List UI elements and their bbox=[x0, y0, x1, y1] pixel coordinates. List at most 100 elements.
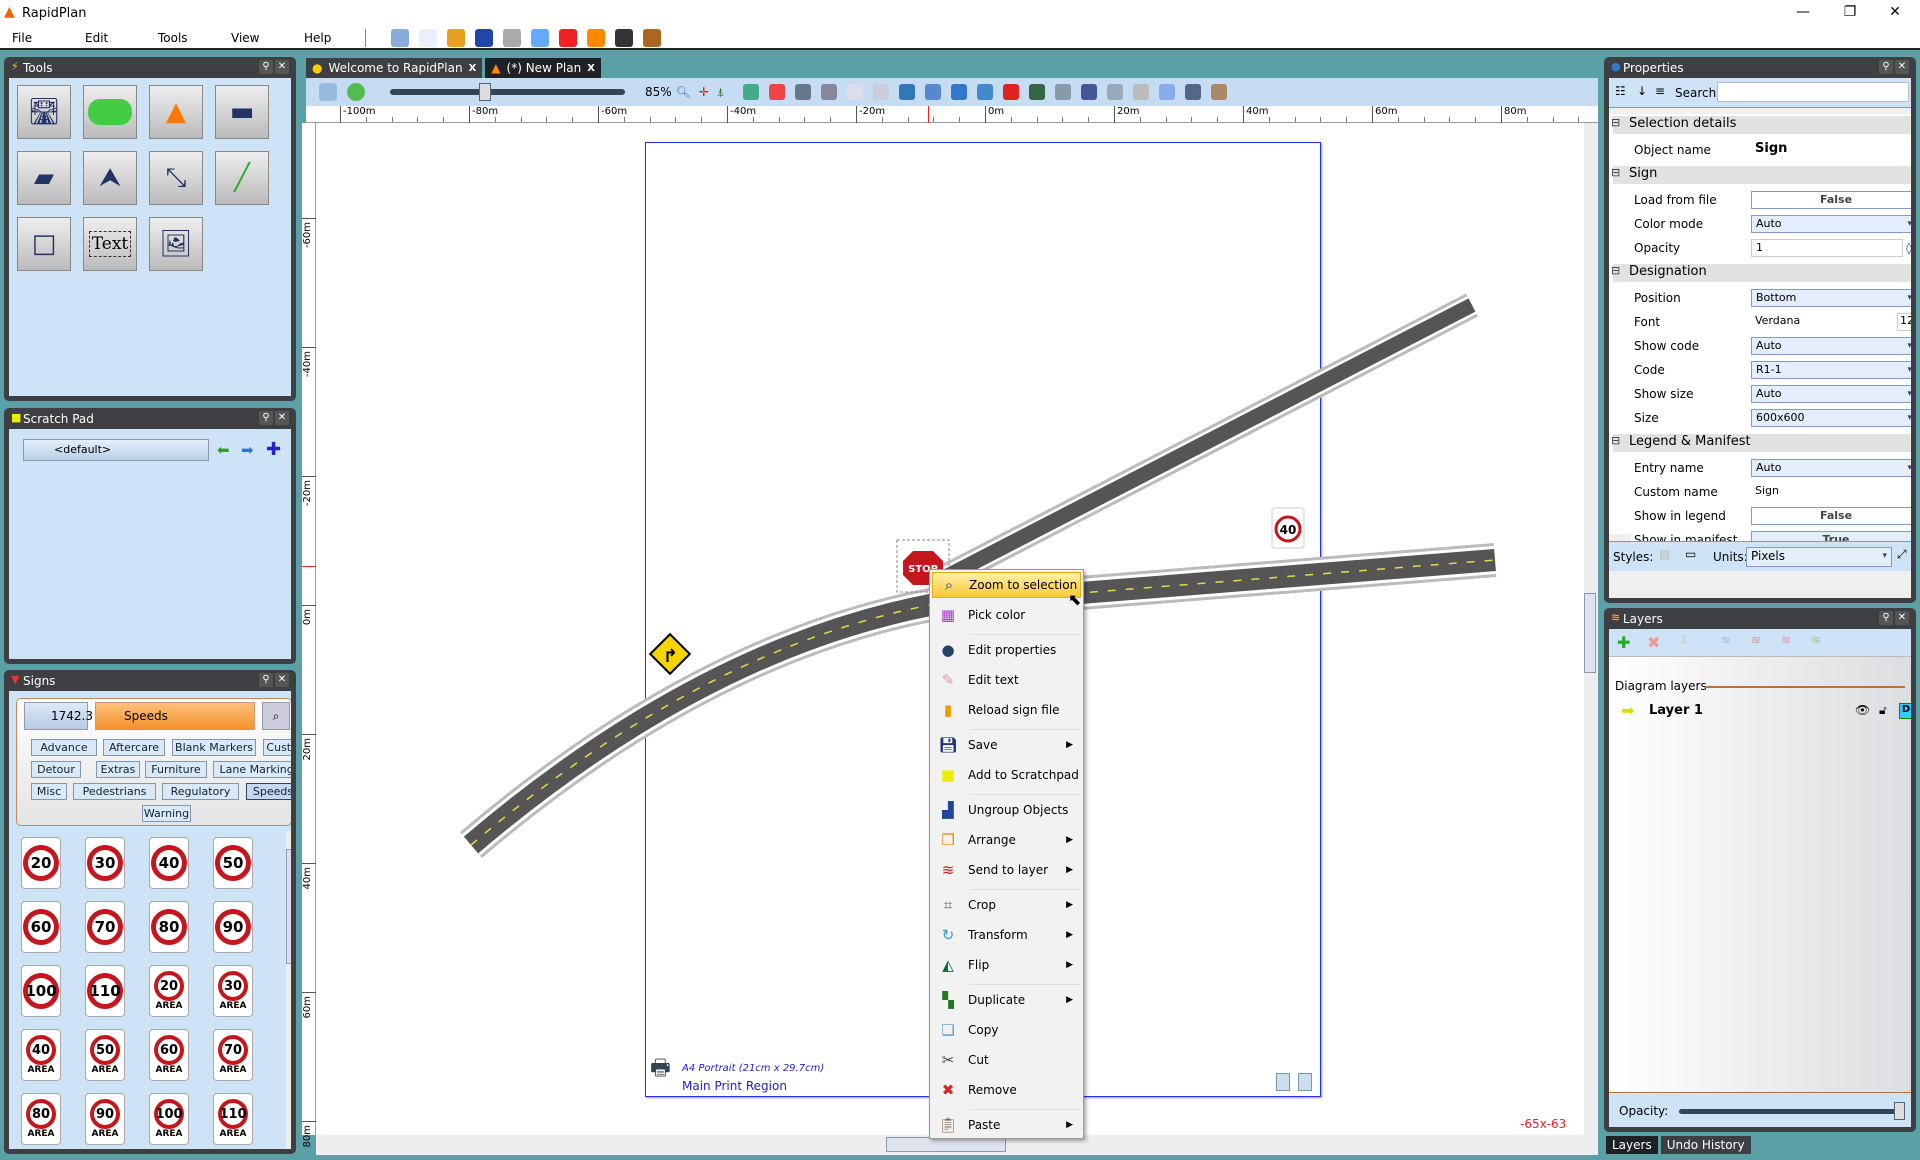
green-board-tool[interactable] bbox=[83, 85, 137, 139]
categorized-icon[interactable]: ☷ bbox=[1615, 84, 1626, 98]
menu-item-edit-text[interactable]: ✎ Edit text bbox=[932, 667, 1081, 693]
category-lane-markings[interactable]: Lane Markings bbox=[213, 761, 291, 778]
category-custom[interactable]: Custom bbox=[263, 739, 291, 756]
signs-scrollbar[interactable] bbox=[286, 831, 291, 1149]
category-detour[interactable]: Detour bbox=[31, 761, 81, 778]
exit-door-icon[interactable] bbox=[643, 28, 661, 47]
page-preview-icon[interactable] bbox=[1298, 1073, 1312, 1091]
globe-icon[interactable] bbox=[319, 83, 337, 101]
crosshair-icon[interactable]: ✛ bbox=[699, 85, 709, 99]
menu-edit[interactable]: Edit bbox=[73, 31, 146, 45]
property-value[interactable]: False bbox=[1751, 507, 1911, 525]
forward-arrow-icon[interactable]: ➡ bbox=[241, 441, 254, 459]
measure-tool[interactable]: ⤡ bbox=[149, 151, 203, 205]
maximize-button[interactable]: ❐ bbox=[1835, 4, 1865, 20]
delete-layer-icon[interactable]: ✖ bbox=[1647, 633, 1660, 652]
speed-sign-80[interactable]: 80 bbox=[149, 901, 189, 953]
menu-item-reload-sign-file[interactable]: ▮ Reload sign file bbox=[932, 697, 1081, 723]
pin-button[interactable]: ⚲ bbox=[259, 60, 273, 74]
property-section-header[interactable]: Sign bbox=[1611, 166, 1911, 184]
flip-icon[interactable] bbox=[1029, 84, 1046, 100]
close-red-icon[interactable] bbox=[559, 28, 577, 47]
zoom-icon[interactable]: 🔍︎ bbox=[676, 85, 691, 99]
menu-item-crop[interactable]: ⌗ Crop ▶ bbox=[932, 892, 1081, 918]
speed-sign-80-area[interactable]: 80 AREA bbox=[21, 1093, 61, 1145]
close-panel-button[interactable]: ✕ bbox=[275, 60, 289, 74]
menu-item-ungroup-objects[interactable]: ▟ Ungroup Objects bbox=[932, 797, 1081, 823]
close-panel-button[interactable]: ✕ bbox=[275, 411, 289, 425]
close-panel-button[interactable]: ✕ bbox=[1895, 611, 1909, 625]
property-section-header[interactable]: Legend & Manifest bbox=[1611, 434, 1911, 452]
speed-sign-40-area[interactable]: 40 AREA bbox=[21, 1029, 61, 1081]
unlock-icon[interactable]: 🔓︎ bbox=[1879, 703, 1887, 718]
property-value[interactable]: Auto bbox=[1751, 215, 1911, 233]
search-input[interactable] bbox=[1717, 82, 1909, 102]
layer-bottom-icon[interactable]: ≋ bbox=[1811, 633, 1821, 647]
zoom-slider[interactable] bbox=[390, 83, 625, 101]
speed-sign-40[interactable]: 40 bbox=[149, 837, 189, 889]
expand-icon[interactable]: ⤢ bbox=[1897, 547, 1907, 562]
speed-sign-110-area[interactable]: 110 AREA bbox=[213, 1093, 253, 1145]
layer-up-icon[interactable]: ≋ bbox=[1721, 633, 1731, 647]
property-value[interactable]: Sign bbox=[1751, 141, 1911, 159]
undo-icon[interactable] bbox=[1107, 84, 1124, 100]
speed-sign-90-area[interactable]: 90 AREA bbox=[85, 1093, 125, 1145]
align-icon[interactable] bbox=[925, 84, 942, 100]
category-warning[interactable]: Warning bbox=[142, 805, 191, 822]
category-extras[interactable]: Extras bbox=[96, 761, 140, 778]
redo-icon[interactable] bbox=[1133, 84, 1150, 100]
save-icon[interactable] bbox=[475, 28, 493, 47]
category-dropdown[interactable]: Speeds bbox=[95, 702, 255, 730]
pin-button[interactable]: ⚲ bbox=[1879, 60, 1893, 74]
page-setup-icon[interactable] bbox=[873, 84, 890, 100]
list-icon[interactable] bbox=[795, 84, 812, 100]
category-pedestrians[interactable]: Pedestrians bbox=[73, 783, 156, 800]
pin-button[interactable]: ⚲ bbox=[259, 411, 273, 425]
eye-icon[interactable]: 👁︎ bbox=[1855, 703, 1870, 717]
cone-icon[interactable] bbox=[587, 28, 605, 47]
delete-icon[interactable] bbox=[1003, 84, 1020, 100]
image-icon[interactable] bbox=[743, 84, 760, 100]
library-version-button[interactable]: 1742.3 bbox=[24, 702, 93, 730]
minimize-button[interactable]: — bbox=[1788, 4, 1818, 20]
menu-item-copy[interactable]: ❏ Copy bbox=[932, 1017, 1081, 1043]
layer-name[interactable]: Layer 1 bbox=[1649, 703, 1703, 718]
menu-item-add-to-scratchpad[interactable]: ■ Add to Scratchpad bbox=[932, 762, 1081, 788]
close-tab-button[interactable]: X bbox=[587, 63, 595, 74]
merge-layer-icon[interactable]: ⇩ bbox=[1679, 633, 1689, 647]
list-icon[interactable]: ≡ bbox=[1655, 84, 1665, 98]
menu-item-zoom-to-selection[interactable]: ⌕ Zoom to selection bbox=[932, 572, 1081, 598]
tab-1[interactable]: ▲ (*) New Plan X bbox=[485, 58, 601, 78]
property-value[interactable]: Verdana bbox=[1751, 313, 1911, 331]
speed-sign-30[interactable]: 30 bbox=[85, 837, 125, 889]
property-value[interactable]: 1 bbox=[1751, 239, 1903, 257]
add-icon[interactable]: ✚ bbox=[266, 439, 281, 460]
property-value[interactable]: Sign bbox=[1751, 483, 1911, 501]
menu-item-paste[interactable]: 📋︎ Paste ▶ bbox=[932, 1112, 1081, 1138]
open-icon[interactable] bbox=[447, 28, 465, 47]
vertical-scrollbar[interactable] bbox=[1584, 123, 1598, 1135]
close-panel-button[interactable]: ✕ bbox=[1895, 60, 1909, 74]
page-icon[interactable] bbox=[847, 84, 864, 100]
grid-icon[interactable] bbox=[821, 84, 838, 100]
layer-down-icon[interactable]: ≋ bbox=[1751, 633, 1761, 647]
road-segment-tool[interactable]: ▬ bbox=[215, 85, 269, 139]
speed-sign-100[interactable]: 100 bbox=[21, 965, 61, 1017]
category-speeds[interactable]: Speeds bbox=[246, 783, 291, 800]
line-tool[interactable]: ╱ bbox=[215, 151, 269, 205]
property-value[interactable]: R1-1 bbox=[1751, 361, 1911, 379]
speed-sign-100-area[interactable]: 100 AREA bbox=[149, 1093, 189, 1145]
road-layer-tool[interactable]: ▰ bbox=[17, 151, 71, 205]
property-value[interactable]: False bbox=[1751, 191, 1911, 209]
yield-icon[interactable] bbox=[769, 84, 786, 100]
checkbox-icon[interactable] bbox=[615, 28, 633, 47]
property-value[interactable]: 600x600 bbox=[1751, 409, 1911, 427]
group-icon[interactable] bbox=[899, 84, 916, 100]
print-region-label[interactable]: Main Print Region bbox=[682, 1079, 787, 1093]
traffic-cones-tool[interactable]: ▲ bbox=[149, 85, 203, 139]
compass-icon[interactable]: ⍋ bbox=[717, 85, 724, 100]
menu-item-arrange[interactable]: ❐ Arrange ▶ bbox=[932, 827, 1081, 853]
layer-opacity-slider[interactable] bbox=[1679, 1102, 1905, 1120]
arrange-icon[interactable] bbox=[1055, 84, 1072, 100]
category-regulatory[interactable]: Regulatory bbox=[162, 783, 239, 800]
